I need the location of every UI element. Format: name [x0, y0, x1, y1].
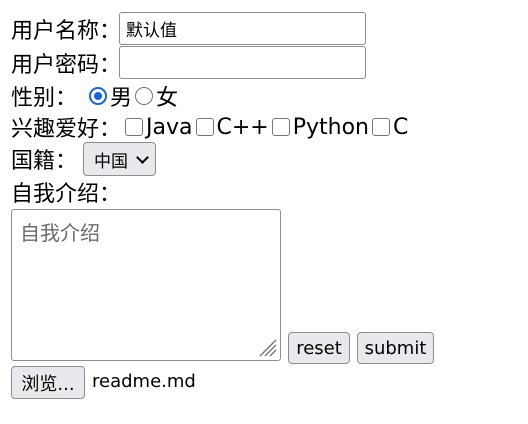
- intro-placeholder: 自我介绍: [20, 221, 100, 245]
- resize-grip-icon[interactable]: [256, 336, 278, 358]
- intro-label: 自我介绍：: [11, 182, 122, 207]
- reset-button[interactable]: reset: [288, 332, 350, 364]
- password-input[interactable]: [119, 46, 367, 79]
- hobby-checkbox-python[interactable]: [271, 118, 290, 136]
- hobby-checkbox-java[interactable]: [125, 118, 144, 136]
- hobby-text-java: Java: [146, 114, 193, 140]
- hobby-text-cpp: C++: [216, 114, 269, 140]
- hobby-text-c: C: [393, 114, 409, 140]
- hobby-checkbox-cpp[interactable]: [195, 118, 214, 136]
- nationality-select[interactable]: 中国: [83, 142, 157, 176]
- chevron-down-icon: [136, 150, 149, 164]
- username-input[interactable]: [119, 12, 367, 45]
- hobby-text-python: Python: [292, 114, 369, 140]
- hobby-checkbox-c[interactable]: [372, 118, 390, 136]
- reset-button-label: reset: [296, 337, 342, 359]
- gender-label-female: 女: [156, 86, 179, 111]
- hobby-option-cpp[interactable]: C++: [195, 114, 269, 140]
- nationality-label: 国籍：: [11, 149, 78, 174]
- browse-button[interactable]: 浏览...: [11, 366, 85, 399]
- password-label: 用户密码：: [11, 52, 122, 78]
- intro-row: 自我介绍：: [11, 176, 121, 208]
- nationality-selected-value: 中国: [94, 151, 129, 172]
- hobby-option-c[interactable]: C: [372, 115, 408, 140]
- selected-file-name: readme.md: [92, 371, 196, 392]
- intro-textarea[interactable]: 自我介绍: [11, 209, 281, 361]
- gender-label: 性别：: [11, 86, 78, 111]
- password-row: 用户密码：: [11, 46, 367, 79]
- hobby-label: 兴趣爱好：: [11, 117, 122, 142]
- username-row: 用户名称：: [11, 12, 367, 45]
- submit-button-label: submit: [364, 337, 427, 359]
- gender-radio-male[interactable]: [89, 87, 108, 105]
- nationality-row: 国籍： 中国: [11, 142, 157, 176]
- gender-radio-female[interactable]: [135, 87, 154, 105]
- gender-row: 性别： 男 女: [11, 80, 181, 112]
- submit-button[interactable]: submit: [357, 332, 434, 364]
- hobby-option-java[interactable]: Java: [125, 114, 193, 140]
- gender-label-male: 男: [110, 86, 133, 111]
- browse-button-label: 浏览...: [21, 373, 75, 395]
- gender-option-female[interactable]: 女: [135, 80, 178, 112]
- username-label: 用户名称：: [11, 18, 122, 44]
- hobby-option-python[interactable]: Python: [271, 114, 369, 140]
- gender-option-male[interactable]: 男: [89, 80, 132, 112]
- hobby-row: 兴趣爱好： Java C++ Python C: [11, 111, 411, 143]
